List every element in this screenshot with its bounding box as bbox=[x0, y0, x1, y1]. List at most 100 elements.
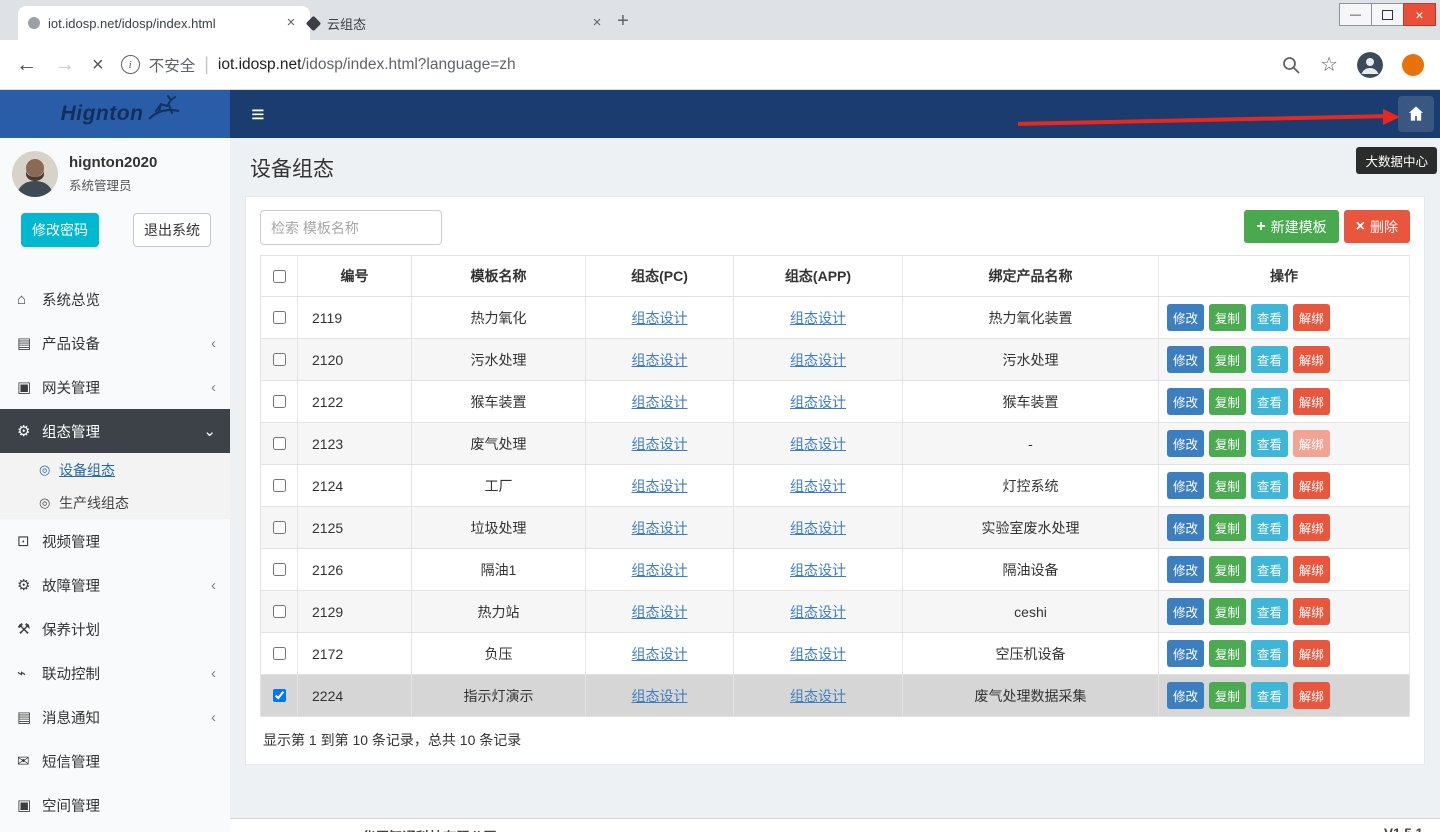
bookmark-star-icon[interactable]: ☆ bbox=[1320, 52, 1338, 77]
copy-button[interactable]: 复制 bbox=[1209, 640, 1246, 667]
pc-design-link[interactable]: 组态设计 bbox=[632, 310, 688, 326]
pc-design-link[interactable]: 组态设计 bbox=[632, 562, 688, 578]
sidebar-item-4[interactable]: ◎ 设备组态 bbox=[0, 453, 230, 486]
copy-button[interactable]: 复制 bbox=[1209, 682, 1246, 709]
sidebar-item-0[interactable]: ⌂ 系统总览 bbox=[0, 277, 230, 321]
copy-button[interactable]: 复制 bbox=[1209, 598, 1246, 625]
row-checkbox[interactable] bbox=[273, 437, 286, 450]
row-checkbox[interactable] bbox=[273, 479, 286, 492]
modify-button[interactable]: 修改 bbox=[1167, 598, 1204, 625]
pc-design-link[interactable]: 组态设计 bbox=[632, 520, 688, 536]
unbind-button[interactable]: 解绑 bbox=[1293, 514, 1330, 541]
app-design-link[interactable]: 组态设计 bbox=[790, 352, 846, 368]
copy-button[interactable]: 复制 bbox=[1209, 514, 1246, 541]
view-button[interactable]: 查看 bbox=[1251, 346, 1288, 373]
minimize-button[interactable]: — bbox=[1339, 3, 1372, 26]
browser-update-icon[interactable] bbox=[1402, 54, 1424, 76]
info-icon[interactable]: i bbox=[121, 55, 140, 74]
modify-button[interactable]: 修改 bbox=[1167, 346, 1204, 373]
app-design-link[interactable]: 组态设计 bbox=[790, 436, 846, 452]
view-button[interactable]: 查看 bbox=[1251, 388, 1288, 415]
copy-button[interactable]: 复制 bbox=[1209, 556, 1246, 583]
view-button[interactable]: 查看 bbox=[1251, 598, 1288, 625]
home-button[interactable] bbox=[1398, 96, 1434, 132]
modify-button[interactable]: 修改 bbox=[1167, 556, 1204, 583]
unbind-button[interactable]: 解绑 bbox=[1293, 472, 1330, 499]
row-checkbox[interactable] bbox=[273, 521, 286, 534]
logo[interactable]: Hignton bbox=[0, 90, 230, 138]
sidebar-item-8[interactable]: ⚒ 保养计划 bbox=[0, 607, 230, 651]
app-design-link[interactable]: 组态设计 bbox=[790, 394, 846, 410]
sidebar-item-5[interactable]: ◎ 生产线组态 bbox=[0, 486, 230, 519]
modify-button[interactable]: 修改 bbox=[1167, 640, 1204, 667]
view-button[interactable]: 查看 bbox=[1251, 556, 1288, 583]
copy-button[interactable]: 复制 bbox=[1209, 346, 1246, 373]
view-button[interactable]: 查看 bbox=[1251, 430, 1288, 457]
unbind-button[interactable]: 解绑 bbox=[1293, 346, 1330, 373]
copy-button[interactable]: 复制 bbox=[1209, 430, 1246, 457]
unbind-button[interactable]: 解绑 bbox=[1293, 430, 1330, 457]
pc-design-link[interactable]: 组态设计 bbox=[632, 688, 688, 704]
pc-design-link[interactable]: 组态设计 bbox=[632, 646, 688, 662]
stop-loading-icon[interactable]: × bbox=[92, 55, 104, 75]
sidebar-item-1[interactable]: ▤ 产品设备 ‹ bbox=[0, 321, 230, 365]
view-button[interactable]: 查看 bbox=[1251, 514, 1288, 541]
forward-icon[interactable]: → bbox=[54, 54, 75, 75]
maximize-button[interactable] bbox=[1371, 3, 1404, 26]
row-checkbox[interactable] bbox=[273, 563, 286, 576]
row-checkbox[interactable] bbox=[273, 395, 286, 408]
app-design-link[interactable]: 组态设计 bbox=[790, 646, 846, 662]
unbind-button[interactable]: 解绑 bbox=[1293, 388, 1330, 415]
select-all-checkbox[interactable] bbox=[273, 270, 286, 283]
copy-button[interactable]: 复制 bbox=[1209, 388, 1246, 415]
row-checkbox[interactable] bbox=[273, 647, 286, 660]
sidebar-item-12[interactable]: ▣ 空间管理 bbox=[0, 783, 230, 827]
pc-design-link[interactable]: 组态设计 bbox=[632, 352, 688, 368]
modify-button[interactable]: 修改 bbox=[1167, 472, 1204, 499]
modify-button[interactable]: 修改 bbox=[1167, 430, 1204, 457]
back-icon[interactable]: ← bbox=[16, 54, 37, 75]
unbind-button[interactable]: 解绑 bbox=[1293, 682, 1330, 709]
modify-button[interactable]: 修改 bbox=[1167, 682, 1204, 709]
modify-button[interactable]: 修改 bbox=[1167, 388, 1204, 415]
browser-tab-active[interactable]: iot.idosp.net/idosp/index.html × bbox=[18, 6, 310, 40]
new-tab-button[interactable]: + bbox=[610, 8, 636, 34]
unbind-button[interactable]: 解绑 bbox=[1293, 304, 1330, 331]
app-design-link[interactable]: 组态设计 bbox=[790, 310, 846, 326]
pc-design-link[interactable]: 组态设计 bbox=[632, 604, 688, 620]
new-template-button[interactable]: +新建模板 bbox=[1244, 210, 1338, 243]
pc-design-link[interactable]: 组态设计 bbox=[632, 478, 688, 494]
view-button[interactable]: 查看 bbox=[1251, 682, 1288, 709]
app-design-link[interactable]: 组态设计 bbox=[790, 604, 846, 620]
sidebar-toggle-button[interactable]: ≡ bbox=[243, 100, 273, 128]
view-button[interactable]: 查看 bbox=[1251, 472, 1288, 499]
copy-button[interactable]: 复制 bbox=[1209, 304, 1246, 331]
sidebar-item-7[interactable]: ⚙ 故障管理 ‹ bbox=[0, 563, 230, 607]
close-button[interactable]: × bbox=[1403, 3, 1436, 26]
sidebar-item-9[interactable]: ⌁ 联动控制 ‹ bbox=[0, 651, 230, 695]
unbind-button[interactable]: 解绑 bbox=[1293, 598, 1330, 625]
view-button[interactable]: 查看 bbox=[1251, 304, 1288, 331]
row-checkbox[interactable] bbox=[273, 311, 286, 324]
sidebar-item-6[interactable]: ⊡ 视频管理 bbox=[0, 519, 230, 563]
modify-button[interactable]: 修改 bbox=[1167, 304, 1204, 331]
logout-button[interactable]: 退出系统 bbox=[133, 213, 211, 247]
unbind-button[interactable]: 解绑 bbox=[1293, 556, 1330, 583]
app-design-link[interactable]: 组态设计 bbox=[790, 520, 846, 536]
row-checkbox[interactable] bbox=[273, 605, 286, 618]
browser-tab-inactive[interactable]: 云组态 × bbox=[298, 6, 616, 40]
modify-button[interactable]: 修改 bbox=[1167, 514, 1204, 541]
browser-profile-avatar[interactable] bbox=[1357, 52, 1383, 78]
change-password-button[interactable]: 修改密码 bbox=[21, 213, 99, 247]
pc-design-link[interactable]: 组态设计 bbox=[632, 436, 688, 452]
tab-close-icon[interactable]: × bbox=[588, 14, 606, 32]
app-design-link[interactable]: 组态设计 bbox=[790, 562, 846, 578]
sidebar-item-3[interactable]: ⚙ 组态管理 ⌄ bbox=[0, 409, 230, 453]
view-button[interactable]: 查看 bbox=[1251, 640, 1288, 667]
row-checkbox[interactable] bbox=[273, 689, 286, 702]
app-design-link[interactable]: 组态设计 bbox=[790, 688, 846, 704]
search-input[interactable] bbox=[260, 210, 442, 245]
sidebar-item-10[interactable]: ▤ 消息通知 ‹ bbox=[0, 695, 230, 739]
pc-design-link[interactable]: 组态设计 bbox=[632, 394, 688, 410]
zoom-icon[interactable] bbox=[1281, 55, 1301, 75]
